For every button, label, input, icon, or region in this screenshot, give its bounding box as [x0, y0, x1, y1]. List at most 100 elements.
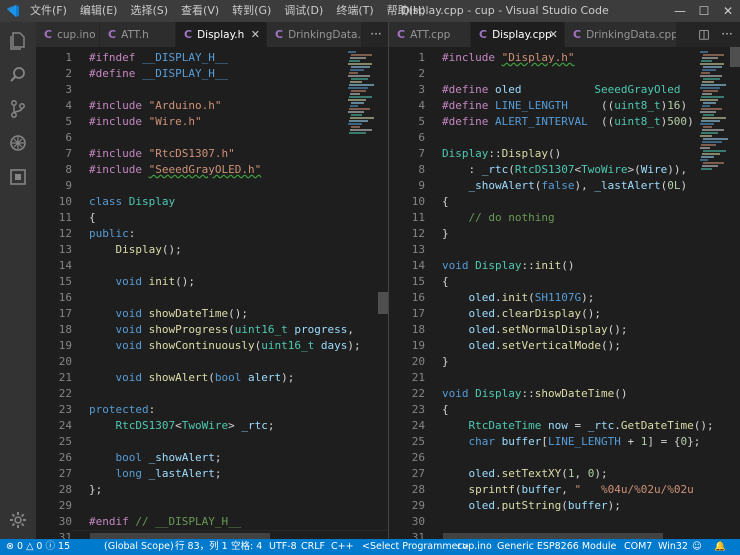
extensions-icon[interactable] [8, 167, 28, 187]
code-line[interactable]: 27 oled.setTextXY(1, 0); [389, 466, 740, 482]
close-tab-icon[interactable]: ✕ [549, 22, 558, 47]
explorer-icon[interactable] [8, 31, 28, 51]
scroll-thumb[interactable] [730, 47, 740, 67]
code-line[interactable]: 25 [36, 434, 388, 450]
scope-indicator[interactable]: (Global Scope) [104, 539, 174, 555]
code-line[interactable]: 26 [389, 450, 740, 466]
code-line[interactable]: 1 #ifndef __DISPLAY_H__ [36, 50, 388, 66]
code-line[interactable]: 19 void showContinuously(uint16_t days); [36, 338, 388, 354]
code-line[interactable]: 24 RtcDS1307<TwoWire> _rtc; [36, 418, 388, 434]
source-control-icon[interactable] [8, 99, 28, 119]
code-line[interactable]: 16 [36, 290, 388, 306]
code-line[interactable]: 27 long _lastAlert; [36, 466, 388, 482]
code-line[interactable]: 1 #include "Display.h" [389, 50, 740, 66]
code-line[interactable]: 2 #define __DISPLAY_H__ [36, 66, 388, 82]
close-window-icon[interactable]: ✕ [716, 0, 740, 22]
code-line[interactable]: 8 #include "SeeedGrayOLED.h" [36, 162, 388, 178]
sketch-file[interactable]: cup.ino [457, 539, 492, 555]
code-line[interactable]: 22 [36, 386, 388, 402]
code-line[interactable]: 23 { [389, 402, 740, 418]
code-line[interactable]: 28}; [36, 482, 388, 498]
scroll-thumb[interactable] [378, 292, 388, 314]
vertical-scrollbar[interactable] [730, 47, 740, 539]
feedback-icon[interactable]: ☺ [692, 539, 702, 555]
code-line[interactable]: 18 oled.setNormalDisplay(); [389, 322, 740, 338]
code-line[interactable]: 6 [36, 130, 388, 146]
code-line[interactable]: 18 void showProgress(uint16_t progress, [36, 322, 388, 338]
code-line[interactable]: 5 #include "Wire.h" [36, 114, 388, 130]
code-line[interactable]: 11 { [36, 210, 388, 226]
code-line[interactable]: 3 [36, 82, 388, 98]
search-icon[interactable] [8, 65, 28, 85]
settings-gear-icon[interactable] [8, 510, 28, 530]
menu-terminal[interactable]: 终端(T) [336, 0, 373, 22]
minimize-icon[interactable]: — [668, 0, 692, 22]
code-line[interactable]: 9 _showAlert(false), _lastAlert(0L) [389, 178, 740, 194]
code-line[interactable]: 22 void Display::showDateTime() [389, 386, 740, 402]
debug-icon[interactable] [8, 133, 28, 153]
end-of-line[interactable]: CRLF [301, 539, 325, 555]
code-line[interactable]: 26 bool _showAlert; [36, 450, 388, 466]
indentation[interactable]: 空格: 4 [231, 539, 262, 555]
code-line[interactable]: 29 [36, 498, 388, 514]
tab-att-cpp[interactable]: C ATT.cpp [389, 22, 471, 47]
code-line[interactable]: 21 [389, 370, 740, 386]
code-line[interactable]: 17 oled.clearDisplay(); [389, 306, 740, 322]
code-line[interactable]: 24 RtcDateTime now = _rtc.GetDateTime(); [389, 418, 740, 434]
code-line[interactable]: 4 #include "Arduino.h" [36, 98, 388, 114]
tab-cup-ino[interactable]: Ccup.ino [36, 22, 100, 47]
menu-go[interactable]: 转到(G) [232, 0, 271, 22]
menu-selection[interactable]: 选择(S) [130, 0, 168, 22]
serial-port[interactable]: COM7 [624, 539, 652, 555]
tab-display-cpp[interactable]: C Display.cpp ✕ [471, 22, 565, 47]
code-line[interactable]: 7 #include "RtcDS1307.h" [36, 146, 388, 162]
split-editor-icon[interactable]: ◫ [694, 22, 714, 47]
code-line[interactable]: 13 Display(); [36, 242, 388, 258]
board-selector[interactable]: Generic ESP8266 Module [497, 539, 616, 555]
menu-view[interactable]: 查看(V) [181, 0, 219, 22]
right-code-editor[interactable]: 1 #include "Display.h" 2 3 #define oled Seee… [389, 47, 740, 539]
code-line[interactable]: 15 { [389, 274, 740, 290]
vertical-scrollbar[interactable] [378, 47, 388, 539]
code-line[interactable]: 29 oled.putString(buffer); [389, 498, 740, 514]
minimap[interactable] [348, 47, 378, 539]
cursor-position[interactable]: 行 83，列 1 [175, 539, 228, 555]
left-code-editor[interactable]: 1 #ifndef __DISPLAY_H__ 2 #define __DISPLAY… [36, 47, 388, 539]
code-line[interactable]: 14 [36, 258, 388, 274]
code-line[interactable]: 30 [389, 514, 740, 530]
tab-drinkingdata-cpp[interactable]: C DrinkingData.cpp [565, 22, 677, 47]
code-line[interactable]: 14 void Display::init() [389, 258, 740, 274]
code-line[interactable]: 25 char buffer[LINE_LENGTH + 1] = {0}; [389, 434, 740, 450]
platform[interactable]: Win32 [658, 539, 688, 555]
code-line[interactable]: 19 oled.setVerticalMode(); [389, 338, 740, 354]
code-line[interactable]: 8 : _rtc(RtcDS1307<TwoWire>(Wire)), [389, 162, 740, 178]
code-line[interactable]: 12} [389, 226, 740, 242]
code-line[interactable]: 3 #define oled SeeedGrayOled [389, 82, 740, 98]
code-line[interactable]: 10 { [389, 194, 740, 210]
close-tab-icon[interactable]: ✕ [251, 22, 260, 47]
tab-display-h[interactable]: C Display.h ✕ [176, 22, 267, 47]
code-line[interactable]: 21 void showAlert(bool alert); [36, 370, 388, 386]
menu-edit[interactable]: 编辑(E) [80, 0, 118, 22]
code-line[interactable]: 15 void init(); [36, 274, 388, 290]
code-line[interactable]: 6 [389, 130, 740, 146]
tab-att-h[interactable]: C ATT.h [100, 22, 176, 47]
code-line[interactable]: 30 #endif // __DISPLAY_H__ [36, 514, 388, 530]
code-line[interactable]: 20 [36, 354, 388, 370]
code-line[interactable]: 4 #define LINE_LENGTH ((uint8_t)16) [389, 98, 740, 114]
code-line[interactable]: 13 [389, 242, 740, 258]
code-line[interactable]: 20} [389, 354, 740, 370]
menu-debug[interactable]: 调试(D) [284, 0, 323, 22]
code-line[interactable]: 11 // do nothing [389, 210, 740, 226]
code-line[interactable]: 5 #define ALERT_INTERVAL ((uint8_t)500) [389, 114, 740, 130]
code-line[interactable]: 23 protected: [36, 402, 388, 418]
menu-file[interactable]: 文件(F) [30, 0, 67, 22]
language-mode[interactable]: C++ [331, 539, 354, 555]
encoding[interactable]: UTF-8 [269, 539, 297, 555]
more-actions-icon[interactable]: ··· [366, 22, 386, 47]
code-line[interactable]: 12 public: [36, 226, 388, 242]
code-line[interactable]: 2 [389, 66, 740, 82]
minimap[interactable] [700, 47, 730, 539]
more-actions-icon[interactable]: ··· [717, 22, 737, 47]
code-line[interactable]: 17 void showDateTime(); [36, 306, 388, 322]
